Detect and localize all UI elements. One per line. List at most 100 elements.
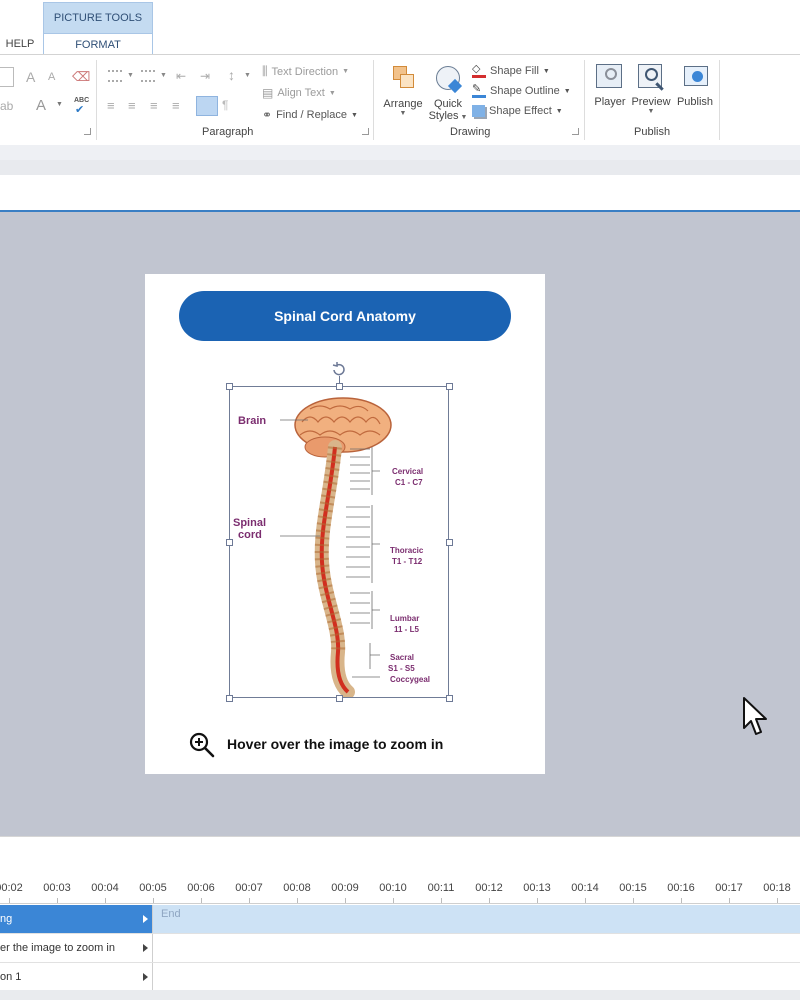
slide-canvas[interactable]: Spinal Cord Anatomy Brain Spinal cord Ce… (0, 212, 800, 836)
timeline-tick-label: 00:07 (235, 882, 263, 894)
numbering-icon[interactable] (141, 70, 155, 82)
resize-handle-w[interactable] (226, 539, 233, 546)
font-color-dropdown-icon[interactable]: ▼ (56, 101, 63, 108)
align-right-icon[interactable]: ≡ (150, 98, 158, 113)
timeline-tick-label: 00:04 (91, 882, 119, 894)
expand-arrow-icon[interactable] (143, 944, 148, 952)
hover-hint-text: Hover over the image to zoom in (227, 736, 444, 752)
numbering-dropdown-icon[interactable]: ▼ (160, 72, 167, 79)
publish-group-label: Publish (634, 126, 671, 138)
resize-handle-s[interactable] (336, 695, 343, 702)
paragraph-group-launcher-icon[interactable] (362, 128, 369, 135)
publish-button[interactable]: Publish (674, 62, 716, 108)
bullets-icon[interactable] (108, 70, 122, 82)
chevron-down-icon: ▼ (458, 114, 468, 121)
timeline-toolbar (0, 836, 800, 878)
drawing-group-launcher-icon[interactable] (572, 128, 579, 135)
timeline-ruler[interactable]: 00:02 00:03 00:04 00:05 00:06 00:07 00:08 00:09… (0, 878, 800, 904)
timeline-tick-label: 00:02 (0, 882, 23, 894)
text-direction-icon: ⫼ (262, 64, 268, 78)
shrink-font-icon[interactable]: A (48, 71, 55, 83)
text-direction-ltr-icon[interactable] (196, 96, 218, 116)
binoculars-icon: ⚭ (262, 108, 273, 122)
timeline-tick-mark (681, 898, 682, 903)
timeline-tick-mark (393, 898, 394, 903)
chevron-down-icon: ▼ (328, 89, 336, 97)
expand-arrow-icon[interactable] (143, 973, 148, 981)
timeline-tick-label: 00:14 (571, 882, 599, 894)
clear-format-icon[interactable]: ⌫ (72, 69, 90, 85)
timeline-tick-mark (345, 898, 346, 903)
find-replace-label: Find / Replace (276, 109, 347, 121)
status-strip (0, 990, 800, 1000)
timeline-row-name[interactable]: er the image to zoom in (0, 934, 153, 962)
timeline-tick-mark (537, 898, 538, 903)
timeline-tick-label: 00:10 (379, 882, 407, 894)
resize-handle-sw[interactable] (226, 695, 233, 702)
shape-effect-button[interactable]: Shape Effect ▼ (472, 105, 563, 117)
line-spacing-dropdown-icon[interactable]: ▼ (244, 72, 251, 79)
timeline-row[interactable]: ng End (0, 905, 800, 934)
preview-button[interactable]: Preview ▼ (630, 62, 672, 115)
timeline-tick-mark (57, 898, 58, 903)
text-direction-rtl-icon[interactable]: ¶ (222, 98, 228, 112)
align-left-icon[interactable]: ≡ (107, 98, 115, 113)
publish-label: Publish (676, 96, 714, 108)
resize-handle-ne[interactable] (446, 383, 453, 390)
resize-handle-n[interactable] (336, 383, 343, 390)
shape-fill-label: Shape Fill (490, 65, 539, 77)
timeline-row[interactable]: er the image to zoom in (0, 934, 800, 963)
find-replace-button[interactable]: ⚭ Find / Replace ▼ (262, 108, 358, 122)
tab-help[interactable]: HELP (0, 33, 40, 55)
tab-format[interactable]: FORMAT (43, 33, 153, 55)
resize-handle-se[interactable] (446, 695, 453, 702)
timeline-row[interactable]: on 1 (0, 963, 800, 992)
timeline-row-name[interactable]: ng (0, 905, 153, 933)
chevron-down-icon: ▼ (647, 108, 655, 115)
timeline-tick-label: 00:13 (523, 882, 551, 894)
grow-font-icon[interactable]: A (26, 69, 35, 85)
font-color-icon[interactable]: A (36, 97, 46, 114)
justify-icon[interactable]: ≡ (172, 98, 180, 113)
document-tab-bar (0, 175, 800, 211)
shape-fill-button[interactable]: ◇ Shape Fill ▼ (472, 64, 550, 78)
align-text-button[interactable]: ▤ Align Text ▼ (262, 86, 336, 100)
resize-handle-e[interactable] (446, 539, 453, 546)
expand-arrow-icon[interactable] (143, 915, 148, 923)
resize-handle-nw[interactable] (226, 383, 233, 390)
line-spacing-icon[interactable]: ↕ (228, 67, 235, 83)
text-direction-label: Text Direction (271, 65, 339, 78)
increase-indent-icon[interactable]: ⇥ (200, 69, 210, 83)
group-separator (373, 60, 374, 140)
rotate-handle-icon[interactable] (331, 361, 347, 377)
text-direction-button[interactable]: ⫼ Text Direction ▼ (262, 64, 349, 79)
hover-hint: Hover over the image to zoom in (189, 732, 444, 758)
timeline-tick-mark (201, 898, 202, 903)
timeline-row-name[interactable]: on 1 (0, 963, 153, 991)
highlight-icon[interactable]: ab (0, 99, 13, 113)
quick-styles-label-1: Quick (433, 98, 463, 110)
font-group-launcher-icon[interactable] (84, 128, 91, 135)
ribbon: A A ⌫ ab A ▼ ABC ✔ ▼ ▼ ⇤ ⇥ ↕ ▼ ⫼ Text Di… (0, 55, 800, 145)
slide-title[interactable]: Spinal Cord Anatomy (179, 291, 511, 341)
font-size-box[interactable] (0, 67, 14, 87)
chevron-down-icon: ▼ (555, 107, 563, 115)
timeline-tick-label: 00:17 (715, 882, 743, 894)
preview-label: Preview (631, 96, 671, 108)
timeline-tick-label: 00:06 (187, 882, 215, 894)
slide[interactable]: Spinal Cord Anatomy Brain Spinal cord Ce… (145, 274, 545, 774)
arrange-button[interactable]: Arrange ▼ (381, 64, 425, 117)
bullets-dropdown-icon[interactable]: ▼ (127, 72, 134, 79)
player-button[interactable]: Player (592, 62, 628, 108)
timeline-row-track[interactable]: End (153, 905, 800, 933)
chevron-down-icon: ▼ (563, 87, 571, 95)
timeline-tick-label: 00:15 (619, 882, 647, 894)
shape-effect-label: Shape Effect (489, 105, 552, 117)
quick-styles-button[interactable]: Quick Styles ▼ (428, 64, 468, 122)
shape-outline-button[interactable]: ✎ Shape Outline ▼ (472, 84, 571, 98)
drawing-group-label: Drawing (450, 126, 491, 138)
timeline-tick-mark (297, 898, 298, 903)
align-center-icon[interactable]: ≡ (128, 98, 136, 113)
chevron-down-icon: ▼ (342, 68, 350, 75)
decrease-indent-icon[interactable]: ⇤ (176, 69, 186, 83)
